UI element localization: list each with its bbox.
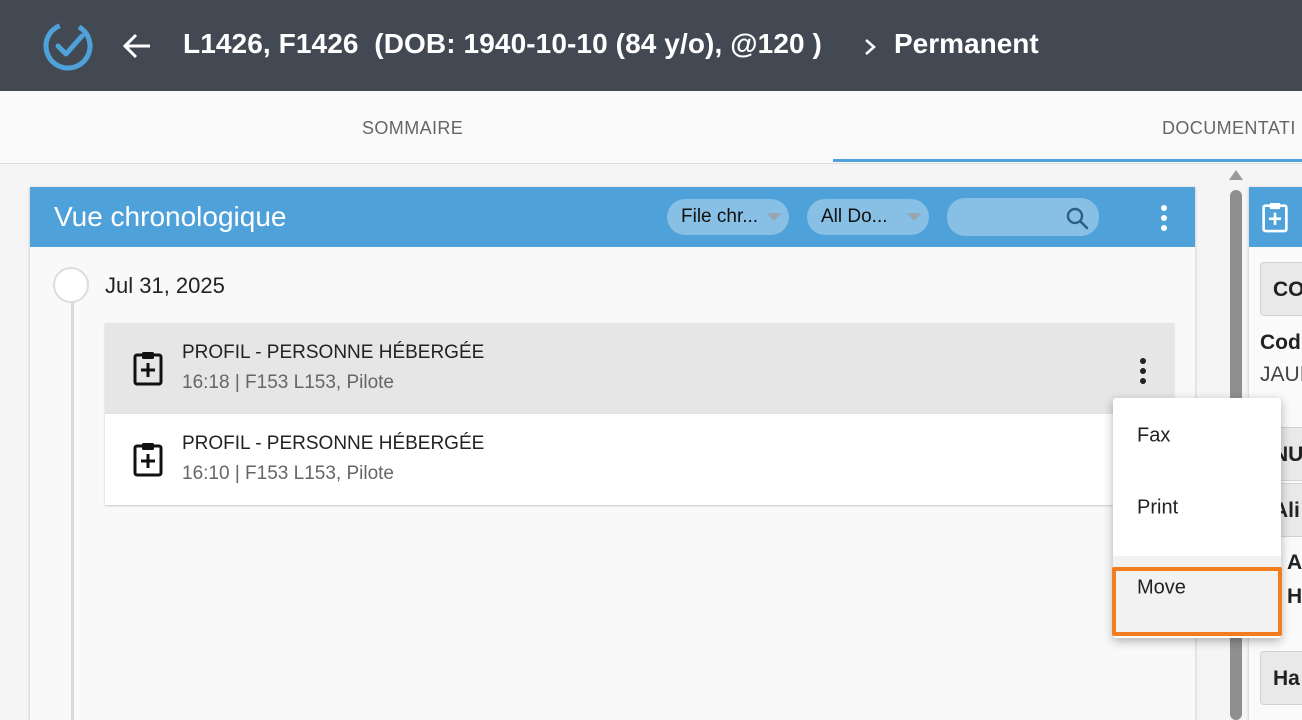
entry-meta: 16:18 | F153 L153, Pilote — [182, 372, 394, 393]
right-panel-header — [1249, 187, 1302, 247]
panel-header: Vue chronologique File chr... All Do... — [30, 187, 1195, 247]
clipboard-plus-icon — [133, 352, 163, 386]
timeline-dot — [53, 267, 89, 303]
dropdown-caret-icon — [767, 213, 781, 221]
entry-title: PROFIL - PERSONNE HÉBERGÉE — [182, 433, 485, 454]
tab-documentation[interactable]: DOCUMENTATI — [1162, 118, 1296, 139]
back-arrow-icon[interactable] — [120, 30, 154, 62]
dropdown-caret-icon — [907, 213, 921, 221]
more-options-icon[interactable] — [1154, 203, 1174, 233]
menu-item-fax[interactable]: Fax — [1113, 398, 1281, 470]
section-button-label: Ha — [1273, 667, 1300, 690]
app-logo-check-icon[interactable] — [40, 18, 96, 74]
tab-bar: SOMMAIRE DOCUMENTATI — [0, 91, 1302, 164]
field-label: Cod — [1260, 331, 1301, 354]
timeline-entry[interactable]: PROFIL - PERSONNE HÉBERGÉE 16:18 | F153 … — [105, 323, 1174, 414]
timeline-date: Jul 31, 2025 — [105, 273, 225, 298]
menu-item-label: Print — [1137, 496, 1179, 519]
entry-context-menu: Fax Print Move — [1113, 398, 1281, 638]
chevron-right-icon — [865, 39, 876, 55]
search-icon[interactable] — [1065, 206, 1089, 230]
document-filter-dropdown[interactable]: All Do... — [807, 199, 929, 235]
panel-title: Vue chronologique — [54, 201, 287, 232]
field-value: JAUI — [1260, 363, 1302, 386]
app-header: L1426, F1426 (DOB: 1940-10-10 (84 y/o), … — [0, 0, 1302, 91]
timeline-entry[interactable]: PROFIL - PERSONNE HÉBERGÉE 16:10 | F153 … — [105, 414, 1174, 505]
active-tab-indicator — [833, 159, 1302, 162]
entry-more-options-icon[interactable] — [1135, 356, 1151, 386]
search-input[interactable] — [947, 198, 1099, 236]
tab-sommaire[interactable]: SOMMAIRE — [362, 118, 463, 139]
patient-title: L1426, F1426 (DOB: 1940-10-10 (84 y/o), … — [183, 28, 822, 59]
clipboard-plus-icon — [1262, 203, 1288, 233]
scroll-up-arrow-icon[interactable] — [1229, 170, 1243, 180]
menu-item-label: Fax — [1137, 424, 1171, 447]
file-filter-dropdown[interactable]: File chr... — [667, 199, 789, 235]
field-label: H — [1287, 585, 1302, 608]
menu-item-print[interactable]: Print — [1113, 470, 1281, 542]
section-button-label: CO — [1273, 278, 1302, 301]
menu-item-label: Move — [1137, 576, 1186, 599]
section-button-co[interactable]: CO — [1260, 262, 1302, 316]
file-filter-label: File chr... — [681, 206, 759, 227]
menu-item-move[interactable]: Move — [1113, 556, 1281, 634]
entry-meta: 16:10 | F153 L153, Pilote — [182, 463, 394, 484]
clipboard-plus-icon — [133, 443, 163, 477]
field-label: A — [1287, 551, 1302, 574]
entry-title: PROFIL - PERSONNE HÉBERGÉE — [182, 342, 485, 363]
timeline-line — [71, 299, 74, 720]
section-button-ha[interactable]: Ha — [1260, 651, 1302, 705]
chronological-view-panel: Vue chronologique File chr... All Do... … — [30, 187, 1195, 720]
document-filter-label: All Do... — [821, 206, 888, 227]
breadcrumb-current[interactable]: Permanent — [894, 28, 1039, 60]
